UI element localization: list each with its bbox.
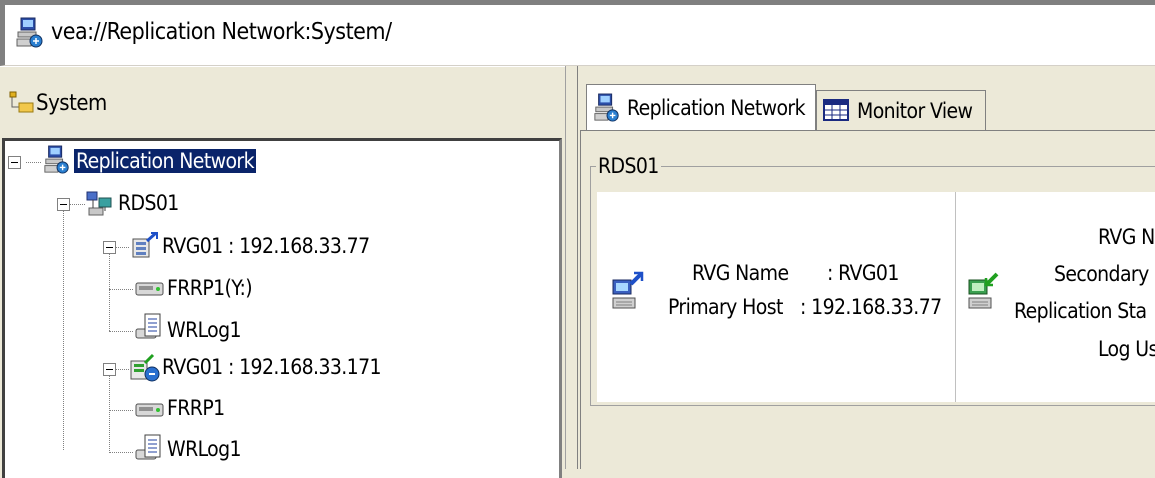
tree-node-volume-primary[interactable]: FRRP1(Y:)	[167, 276, 253, 300]
tree-node-log-secondary[interactable]: WRLog1	[167, 437, 242, 461]
tab-label: Monitor View	[857, 99, 973, 123]
tree-view[interactable]: Replication Network RDS01 RVG01 : 192.16…	[2, 138, 562, 478]
volume-drive-icon	[135, 279, 165, 303]
address-path: vea://Replication Network:System/	[51, 19, 392, 45]
expander-rds[interactable]	[57, 198, 70, 211]
tree-node-rds01[interactable]: RDS01	[118, 191, 179, 215]
tree-node-replication-network[interactable]: Replication Network	[74, 149, 256, 173]
secondary-rvg-name-label: RVG Na	[1098, 225, 1155, 249]
replication-status-label: Replication Sta	[1014, 299, 1147, 323]
address-bar[interactable]: vea://Replication Network:System/	[0, 0, 1155, 66]
system-tree-icon	[9, 91, 35, 119]
primary-host-label: Primary Host	[668, 295, 783, 319]
replicator-log-icon	[135, 434, 163, 468]
monitor-grid-icon	[823, 99, 849, 126]
secondary-host-icon	[967, 270, 1001, 316]
left-pane-header: System	[0, 66, 565, 139]
expander-rvg-primary[interactable]	[103, 241, 116, 254]
expander-rvg-secondary[interactable]	[103, 363, 116, 376]
rds-hosts-icon	[85, 189, 115, 223]
tab-label: Replication Network	[627, 96, 806, 120]
primary-rvg-name-value: : RVG01	[827, 261, 899, 285]
pane-splitter[interactable]	[565, 66, 578, 469]
group-title: RDS01	[596, 154, 661, 178]
left-pane-title: System	[36, 91, 107, 116]
primary-host-value: : 192.168.33.77	[800, 295, 942, 319]
tree-node-volume-secondary[interactable]: FRRP1	[167, 396, 225, 420]
primary-host-icon	[611, 270, 645, 316]
network-computer-icon	[43, 145, 71, 179]
rvg-primary-icon	[129, 231, 159, 265]
secondary-rvg-card[interactable]: RVG Na Secondary H Replication Sta Log U…	[956, 192, 1155, 402]
tab-replication-network[interactable]: Replication Network	[586, 84, 816, 130]
tab-monitor-view[interactable]: Monitor View	[816, 90, 986, 130]
expander-root[interactable]	[8, 156, 21, 169]
tree-node-log-primary[interactable]: WRLog1	[167, 318, 242, 342]
secondary-host-label: Secondary H	[1054, 262, 1155, 286]
primary-rvg-name-label: RVG Name	[692, 261, 789, 285]
rvg-secondary-icon	[129, 353, 161, 387]
tree-node-rvg-primary[interactable]: RVG01 : 192.168.33.77	[162, 234, 370, 258]
primary-rvg-card[interactable]: RVG Name : RVG01 Primary Host : 192.168.…	[597, 192, 956, 402]
tree-node-rvg-secondary[interactable]: RVG01 : 192.168.33.171	[162, 355, 382, 379]
network-computer-icon	[593, 93, 621, 128]
replicator-log-icon	[135, 313, 163, 347]
log-usage-label: Log Us	[1098, 337, 1155, 361]
network-computer-icon	[15, 17, 45, 53]
volume-drive-icon	[135, 400, 165, 424]
